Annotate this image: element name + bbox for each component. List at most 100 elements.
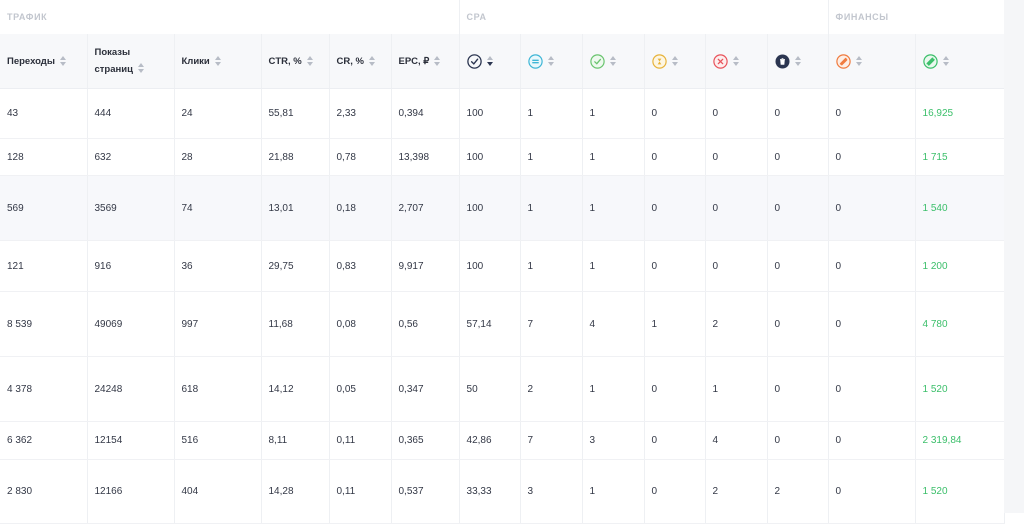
sort-icon[interactable] — [137, 63, 145, 73]
sort-icon[interactable] — [855, 56, 863, 66]
money-green-icon — [922, 53, 938, 69]
table-cell: 0 — [828, 356, 916, 422]
cross-red-icon — [712, 53, 728, 69]
table-cell: 13,398 — [391, 138, 460, 176]
table-cell: 1 — [582, 138, 645, 176]
statistics-table-container: ТРАФИК CPA ФИНАНСЫ Переходы Показы страни… — [0, 0, 1005, 524]
table-cell: 0 — [705, 88, 768, 139]
col-approved[interactable] — [582, 34, 645, 89]
table-cell: 0 — [767, 240, 829, 292]
table-cell: 2 — [705, 459, 768, 524]
sort-icon[interactable] — [732, 56, 740, 66]
table-cell: 57,14 — [459, 291, 521, 357]
table-cell: 916 — [87, 240, 175, 292]
table-cell: 1 — [582, 356, 645, 422]
table-cell: 28 — [174, 138, 262, 176]
sort-icon[interactable] — [214, 56, 222, 66]
table-cell: 50 — [459, 356, 521, 422]
table-cell: 4 — [582, 291, 645, 357]
table-cell: 128 — [0, 138, 88, 176]
table-cell: 0,11 — [329, 459, 392, 524]
sort-icon[interactable] — [609, 56, 617, 66]
table-cell: 8,11 — [261, 421, 330, 460]
table-cell: 0,347 — [391, 356, 460, 422]
sort-icon[interactable] — [547, 56, 555, 66]
sort-icon[interactable] — [434, 56, 441, 66]
table-cell: 1 540 — [915, 175, 1005, 241]
table-cell: 0 — [644, 459, 706, 524]
table-cell: 0 — [767, 175, 829, 241]
table-row[interactable]: 8 539 49069 997 11,68 0,08 0,56 57,14 7 4 1 2 0 0 4 7… — [0, 291, 1005, 357]
table-cell: 0 — [767, 356, 829, 422]
table-cell: 14,28 — [261, 459, 330, 524]
table-cell: 997 — [174, 291, 262, 357]
table-cell: 0 — [828, 421, 916, 460]
table-cell: 0,08 — [329, 291, 392, 357]
table-cell: 0 — [644, 138, 706, 176]
col-pending[interactable] — [644, 34, 706, 89]
sort-icon[interactable] — [671, 56, 679, 66]
table-cell: 0,56 — [391, 291, 460, 357]
group-finance: ФИНАНСЫ — [827, 0, 1005, 34]
sort-icon[interactable] — [59, 56, 67, 66]
scroll-gutter — [1004, 0, 1024, 513]
table-cell: 4 780 — [915, 291, 1005, 357]
table-cell: 33,33 — [459, 459, 521, 524]
hold-equal-icon — [527, 53, 543, 69]
col-trash[interactable] — [767, 34, 829, 89]
table-cell: 0 — [767, 421, 829, 460]
statistics-table: ТРАФИК CPA ФИНАНСЫ Переходы Показы страни… — [0, 0, 1005, 524]
table-cell: 1 — [520, 175, 583, 241]
table-cell: 4 378 — [0, 356, 88, 422]
sort-icon[interactable] — [368, 56, 376, 66]
table-cell: 100 — [459, 88, 521, 139]
sort-icon[interactable] — [794, 56, 802, 66]
table-cell: 9,917 — [391, 240, 460, 292]
table-cell: 632 — [87, 138, 175, 176]
table-cell: 1 200 — [915, 240, 1005, 292]
sort-icon[interactable] — [486, 56, 494, 66]
table-row[interactable]: 43 444 24 55,81 2,33 0,394 100 1 1 0 0 0 0 16,925 — [0, 88, 1005, 139]
table-cell: 3569 — [87, 175, 175, 241]
col-finance-1[interactable] — [828, 34, 916, 89]
table-cell: 0,365 — [391, 421, 460, 460]
table-cell: 0 — [828, 291, 916, 357]
table-cell: 7 — [520, 421, 583, 460]
col-page-views[interactable]: Показы страниц — [87, 34, 175, 89]
table-cell: 100 — [459, 240, 521, 292]
table-cell: 0 — [767, 138, 829, 176]
col-cr[interactable]: CR, % — [329, 34, 392, 89]
table-cell: 0 — [828, 88, 916, 139]
col-clicks[interactable]: Клики — [174, 34, 262, 89]
table-cell: 0 — [767, 291, 829, 357]
check-dark-icon — [466, 53, 482, 69]
col-rejected[interactable] — [705, 34, 768, 89]
table-cell: 11,68 — [261, 291, 330, 357]
col-ctr[interactable]: CTR, % — [261, 34, 330, 89]
table-cell: 0,537 — [391, 459, 460, 524]
col-epc[interactable]: EPC, ₽ — [391, 34, 460, 89]
col-finance-2[interactable] — [915, 34, 1005, 89]
table-row[interactable]: 128 632 28 21,88 0,78 13,398 100 1 1 0 0 0 0 1 715 — [0, 138, 1005, 176]
table-row[interactable]: 2 830 12166 404 14,28 0,11 0,537 33,33 3 1 0 2 2 0 1 … — [0, 459, 1005, 524]
table-row[interactable]: 4 378 24248 618 14,12 0,05 0,347 50 2 1 0 1 0 0 1 520 — [0, 356, 1005, 422]
table-row[interactable]: 121 916 36 29,75 0,83 9,917 100 1 1 0 0 0 0 1 200 — [0, 240, 1005, 292]
col-hold[interactable] — [520, 34, 583, 89]
col-total-conversions[interactable] — [459, 34, 521, 89]
table-cell: 100 — [459, 138, 521, 176]
table-cell: 2 830 — [0, 459, 88, 524]
sort-icon[interactable] — [306, 56, 314, 66]
table-cell: 2,707 — [391, 175, 460, 241]
table-cell: 21,88 — [261, 138, 330, 176]
table-cell: 2 319,84 — [915, 421, 1005, 460]
col-visits[interactable]: Переходы — [0, 34, 88, 89]
table-cell: 16,925 — [915, 88, 1005, 139]
table-row[interactable]: 569 3569 74 13,01 0,18 2,707 100 1 1 0 0 0 0 1 540 — [0, 175, 1005, 241]
table-cell: 1 520 — [915, 356, 1005, 422]
table-cell: 0 — [644, 356, 706, 422]
sort-icon[interactable] — [942, 56, 950, 66]
table-cell: 12166 — [87, 459, 175, 524]
table-cell: 0 — [644, 175, 706, 241]
table-row[interactable]: 6 362 12154 516 8,11 0,11 0,365 42,86 7 3 0 4 0 0 2 3… — [0, 421, 1005, 460]
table-cell: 2 — [520, 356, 583, 422]
